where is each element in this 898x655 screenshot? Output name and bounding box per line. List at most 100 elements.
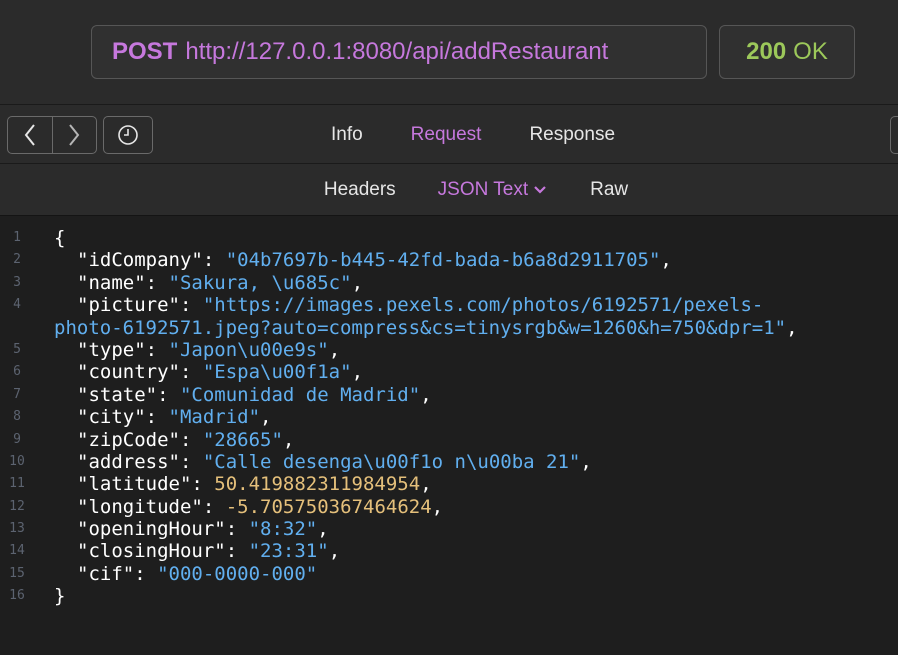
json-editor[interactable]: 1{ 2 "idCompany": "04b7697b-b445-42fd-bad… [0,218,898,655]
line-number: 14 [9,543,25,559]
line-number: 15 [9,565,25,581]
line-number: 5 [13,341,21,357]
json-comma: , [420,473,432,496]
json-comma: , [282,428,295,451]
json-colon: : [145,271,169,294]
line-number: 13 [9,521,25,537]
tab-request[interactable]: Request [387,124,506,146]
json-key: "idCompany" [77,249,203,272]
json-string: "Sakura, \u685c" [168,271,352,294]
json-colon: : [145,338,169,361]
url-field[interactable]: POST http://127.0.0.1:8080/api/addRestau… [91,25,707,79]
history-button[interactable] [103,116,153,154]
code-line: 6 "country": "Espa\u00f1a", [0,361,898,383]
nav-bar: Info Request Response [0,104,898,164]
subtab-json-text-label: JSON Text [437,178,529,200]
json-string: "28665" [202,428,283,451]
status-text: OK [793,38,828,65]
code-line: 13 "openingHour": "8:32", [0,518,898,540]
json-string: "Madrid" [168,406,261,429]
json-comma: , [660,249,672,272]
json-key: "state" [77,383,158,406]
back-button[interactable] [8,117,52,153]
json-colon: : [179,428,203,451]
json-number: -5.705750367464624 [225,495,432,518]
json-colon: : [191,473,215,496]
code-line: 3 "name": "Sakura, \u685c", [0,272,898,294]
json-string: "8:32" [248,518,318,541]
line-number: 9 [13,431,21,447]
code-line-wrap: photo-6192571.jpeg?auto=compress&cs=tiny… [0,317,898,339]
json-key: "country" [77,361,180,384]
json-colon: : [202,249,226,272]
chevron-right-icon [69,124,80,146]
json-key: "latitude" [77,473,192,496]
subtab-raw[interactable]: Raw [569,179,649,201]
request-subtabs: Headers JSON Text Raw [0,164,898,216]
json-key: "openingHour" [77,518,226,541]
tab-response[interactable]: Response [505,124,639,146]
json-string: "Japon\u00e9s" [168,338,329,361]
json-comma: , [260,406,272,429]
json-colon: : [179,294,203,317]
json-key: "zipCode" [77,428,180,451]
json-number: 50.419882311984954 [214,473,421,496]
code-line: 4 "picture": "https://images.pexels.com/p… [0,294,898,316]
code-line: 12 "longitude": -5.705750367464624, [0,496,898,518]
json-comma: , [786,316,798,339]
json-comma: , [420,383,432,406]
tab-info[interactable]: Info [307,124,387,146]
json-comma: , [351,271,364,294]
json-string: "23:31" [248,540,329,563]
json-comma: , [328,338,341,361]
code-line: 16} [0,585,898,607]
line-number: 11 [9,476,25,492]
json-comma: , [351,361,364,384]
code-line: 8 "city": "Madrid", [0,406,898,428]
status-code: 200 [746,38,787,65]
json-key: "city" [77,406,146,429]
json-colon: : [225,518,249,541]
request-url: http://127.0.0.1:8080/api/addRestaurant [185,38,609,65]
json-comma: , [328,540,341,563]
json-key: "name" [77,271,146,294]
json-fields: 2 "idCompany": "04b7697b-b445-42fd-bada-b… [0,249,898,585]
subtab-json-text[interactable]: JSON Text [417,179,569,201]
json-key: "longitude" [77,495,203,518]
back-forward-group [7,116,97,154]
http-method: POST [112,38,178,65]
json-key: "cif" [77,562,135,585]
code-line: 15 "cif": "000-0000-000" [0,563,898,585]
code-line: 5 "type": "Japon\u00e9s", [0,339,898,361]
json-comma: , [580,450,592,473]
json-string: "04b7697b-b445-42fd-bada-b6a8d2911705" [225,249,661,272]
json-key: "picture" [77,294,180,317]
json-colon: : [179,361,203,384]
line-number: 16 [9,588,25,604]
forward-button[interactable] [51,117,97,153]
line-number: 2 [13,252,21,268]
line-number: 12 [9,498,25,514]
json-string: photo-6192571.jpeg?auto=compress&cs=tiny… [54,316,787,339]
line-number: 6 [13,364,21,380]
json-string: "Calle desenga\u00f1o n\u00ba 21" [202,450,581,473]
code-line: 14 "closingHour": "23:31", [0,540,898,562]
json-key: "closingHour" [77,540,226,563]
line-number: 1 [13,230,21,245]
json-colon: : [157,383,180,406]
json-key: "address" [77,450,180,473]
code-line: 9 "zipCode": "28665", [0,429,898,451]
code-line: 7 "state": "Comunidad de Madrid", [0,384,898,406]
right-panel-button[interactable] [890,116,898,154]
status-badge: 200 OK [719,25,855,79]
json-colon: : [134,562,158,585]
code-line: 1{ [0,227,898,249]
json-string: "Espa\u00f1a" [202,361,352,384]
line-number: 10 [9,453,25,469]
code-line: 11 "latitude": 50.419882311984954, [0,473,898,495]
json-colon: : [179,450,203,473]
json-string: "000-0000-000" [157,562,318,585]
request-bar: POST http://127.0.0.1:8080/api/addRestau… [0,0,898,104]
subtab-headers[interactable]: Headers [303,179,417,201]
json-colon: : [145,406,169,429]
